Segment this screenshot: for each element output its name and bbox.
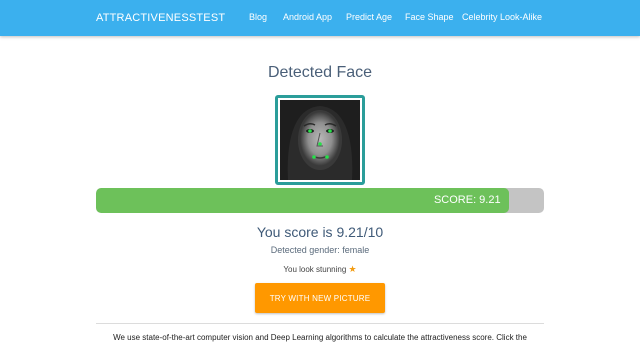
nav-link-face-shape[interactable]: Face Shape	[405, 12, 454, 22]
section-divider	[96, 323, 544, 324]
nav-links: Blog Android App Predict Age Face Shape …	[0, 12, 640, 26]
top-navbar: ATTRACTIVENESSTEST Blog Android App Pred…	[0, 0, 640, 36]
star-icon: ★	[348, 264, 357, 274]
score-progress-fill: SCORE: 9.21	[96, 188, 509, 213]
nav-link-blog[interactable]: Blog	[249, 12, 267, 22]
score-label: SCORE: 9.21	[433, 194, 501, 206]
verdict-line: You look stunning ★	[0, 264, 640, 275]
algorithm-description: We use state-of-the-art computer vision …	[113, 333, 527, 342]
score-result-text: You score is 9.21/10	[256, 224, 384, 240]
try-new-picture-button[interactable]: TRY WITH NEW PICTURE	[255, 283, 385, 313]
score-progress-bar: SCORE: 9.21	[96, 188, 544, 213]
verdict-text: You look stunning	[283, 265, 347, 274]
detected-gender-text: Detected gender: female	[270, 245, 370, 255]
detected-face-heading: Detected Face	[267, 64, 373, 81]
nav-link-predict-age[interactable]: Predict Age	[346, 12, 392, 22]
nav-link-celebrity-look-alike[interactable]: Celebrity Look-Alike	[462, 12, 542, 22]
nav-link-android-app[interactable]: Android App	[283, 12, 332, 22]
face-photo	[280, 100, 360, 180]
face-image-frame	[275, 95, 365, 185]
